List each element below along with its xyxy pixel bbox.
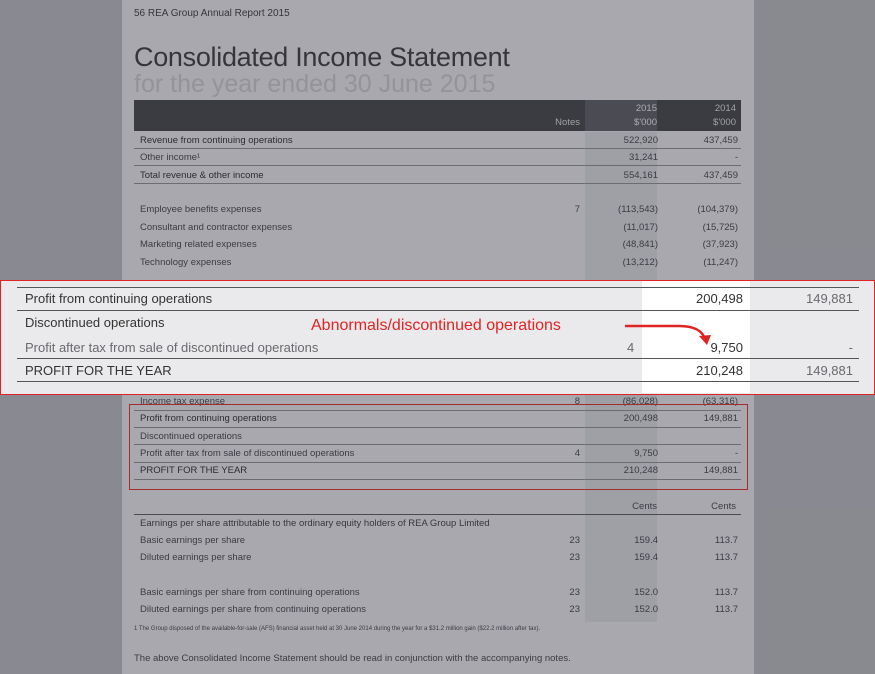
closing-note: The above Consolidated Income Statement … <box>134 653 571 664</box>
zoom-row-profit-after-tax-label: Profit after tax from sale of discontinu… <box>25 340 319 355</box>
cents-2015-header: Cents <box>632 501 657 512</box>
page-title: Consolidated Income Statement <box>134 42 510 72</box>
eps-row-label: Basic earnings per share <box>140 535 246 546</box>
cents-2014-header: Cents <box>711 501 736 512</box>
top-row-2015: (13,212) <box>622 257 658 268</box>
eps-row-2014: 113.7 <box>714 535 738 546</box>
eps-row-2015: 159.4 <box>634 552 658 563</box>
top-row-2014: 437,459 <box>703 170 738 181</box>
top-row-2014: (11,247) <box>703 257 738 268</box>
zoom-row-profit-year-2015: 210,248 <box>696 363 743 378</box>
zoom-row-profit-after-tax-2014: - <box>848 340 853 355</box>
highlight-box-small <box>129 404 748 490</box>
page-header: 56 REA Group Annual Report 2015 <box>134 8 290 19</box>
top-row-2014: (15,725) <box>702 222 738 233</box>
footnote: 1 The Group disposed of the available-fo… <box>134 626 541 632</box>
zoom-row-profit-continuing-2015: 200,498 <box>696 291 743 306</box>
eps-row-2014: 113.7 <box>714 587 738 598</box>
zoom-row-profit-year-label: PROFIT FOR THE YEAR <box>25 363 172 378</box>
top-row-label: Consultant and contractor expenses <box>140 222 293 233</box>
top-row-label: Total revenue & other income <box>140 170 264 181</box>
top-rule <box>134 165 741 166</box>
zoom-callout-panel: Profit from continuing operations 200,49… <box>0 280 875 395</box>
eps-row-2015: 152.0 <box>634 604 658 615</box>
eps-row-label: Diluted earnings per share from continui… <box>140 604 367 615</box>
eps-row-notes: 23 <box>569 604 580 615</box>
page-subtitle: for the year ended 30 June 2015 <box>134 70 496 98</box>
top-row-2015: 554,161 <box>623 170 658 181</box>
col-2015-header: 2015 <box>635 103 657 114</box>
top-row-label: Other income¹ <box>140 152 201 163</box>
zoom-row-profit-year-2014: 149,881 <box>806 363 853 378</box>
eps-row-2015: 152.0 <box>634 587 658 598</box>
eps-row-notes: 23 <box>569 535 580 546</box>
eps-row-label: Basic earnings per share from continuing… <box>140 587 360 598</box>
eps-row-label: Diluted earnings per share <box>140 552 252 563</box>
eps-row-notes: 23 <box>569 587 580 598</box>
top-rule <box>134 148 741 149</box>
col-notes-header: Notes <box>555 117 580 128</box>
top-row-2015: 31,241 <box>628 152 658 163</box>
top-row-2014: (37,923) <box>702 239 738 250</box>
top-row-2014: 437,459 <box>703 135 738 146</box>
top-row-2015: (11,017) <box>623 222 658 233</box>
top-row-2015: (113,543) <box>618 204 658 215</box>
zoom-row-discontinued-label: Discontinued operations <box>25 315 165 330</box>
top-row-2014: (104,379) <box>697 204 738 215</box>
zoom-row-profit-continuing-label: Profit from continuing operations <box>25 291 213 306</box>
col-2014-unit: $'000 <box>713 117 736 128</box>
top-row-label: Revenue from continuing operations <box>140 135 293 146</box>
eps-row-2015: 159.4 <box>634 535 658 546</box>
top-rule <box>134 183 741 184</box>
top-row-2015: 522,920 <box>623 135 658 146</box>
eps-row-2014: 113.7 <box>714 552 738 563</box>
col-2015-unit: $'000 <box>634 117 657 128</box>
col-2014-header: 2014 <box>714 103 736 114</box>
annotation-label: Abnormals/discontinued operations <box>311 317 561 334</box>
top-row-notes: 7 <box>574 204 580 215</box>
top-row-2015: (48,841) <box>622 239 658 250</box>
zoom-row-profit-continuing-2014: 149,881 <box>806 291 853 306</box>
eps-row-notes: 23 <box>569 552 580 563</box>
eps-row-2014: 113.7 <box>714 604 738 615</box>
top-row-2014: - <box>734 152 738 163</box>
top-row-label: Marketing related expenses <box>140 239 257 250</box>
annotation-arrow-icon <box>625 324 711 345</box>
top-row-label: Employee benefits expenses <box>140 204 262 215</box>
top-row-label: Technology expenses <box>140 257 232 268</box>
eps-heading: Earnings per share attributable to the o… <box>140 518 490 529</box>
